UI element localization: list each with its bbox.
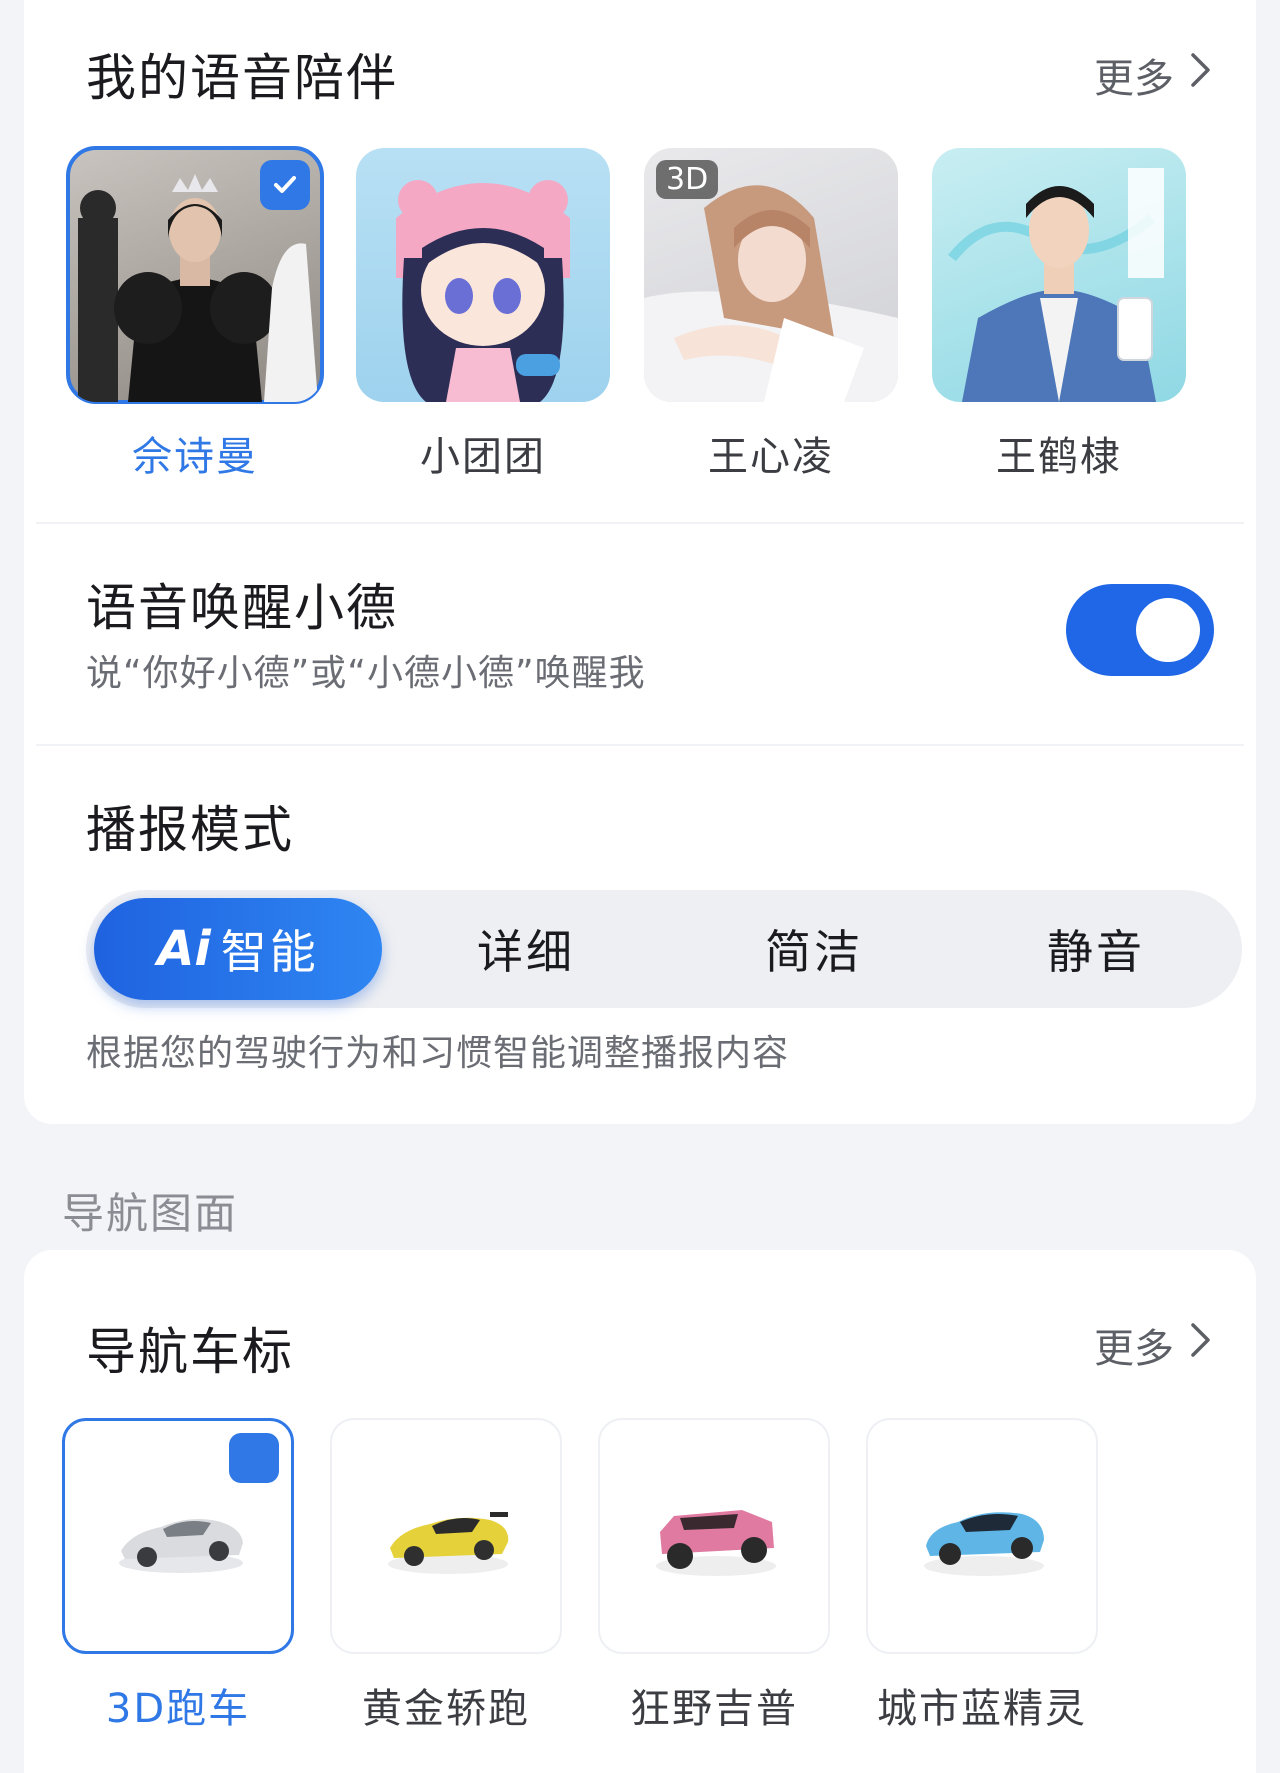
broadcast-option-concise[interactable]: 简洁 [670, 898, 958, 1000]
avatar [932, 148, 1186, 402]
avatar [66, 146, 324, 404]
car-name: 城市蓝精灵 [877, 1686, 1087, 1732]
option-label: 静音 [1047, 925, 1145, 979]
avatar [356, 148, 610, 402]
broadcast-mode-selector: Ai 智能 详细 简洁 静音 [86, 890, 1242, 1008]
wake-title: 语音唤醒小德 [86, 579, 398, 637]
toggle-knob [1136, 598, 1200, 662]
car-tile [62, 1418, 378, 1654]
nav-icon-card: 导航车标 更多 3D跑车 黄金轿跑 狂野吉普 城市蓝精灵 [24, 1250, 1256, 1773]
divider [36, 744, 1244, 746]
car-item-3[interactable]: 狂野吉普 [598, 1418, 830, 1734]
gold-coupe-icon [388, 1512, 509, 1574]
avatar: 3D [644, 148, 898, 402]
wake-subtitle: 说“你好小德”或“小德小德”唤醒我 [86, 653, 646, 694]
divider [36, 522, 1244, 524]
car-name: 狂野吉普 [630, 1686, 798, 1732]
car-item-4[interactable]: 城市蓝精灵 [866, 1418, 1098, 1734]
ai-icon: Ai [157, 921, 211, 977]
car-name: 3D跑车 [105, 1686, 251, 1732]
nav-icon-title: 导航车标 [86, 1323, 294, 1381]
more-label: 更多 [1094, 1326, 1174, 1372]
broadcast-description: 根据您的驾驶行为和习惯智能调整播报内容 [86, 1033, 790, 1074]
companion-name: 王鹤棣 [996, 434, 1122, 480]
option-label: 简洁 [765, 925, 863, 979]
voice-settings-card: 我的语音陪伴 更多 佘诗曼 小团团 3D 王心凌 王鹤棣 语音唤醒小德 说“你好… [24, 0, 1256, 1124]
more-label: 更多 [1094, 56, 1174, 102]
broadcast-option-detailed[interactable]: 详细 [382, 898, 670, 1000]
option-label: 详细 [477, 925, 575, 979]
selected-check-icon [229, 1433, 378, 1574]
chevron-right-icon [1188, 1320, 1214, 1370]
companion-item-1[interactable]: 佘诗曼 [66, 146, 324, 482]
badge-3d: 3D [656, 160, 719, 199]
wake-toggle[interactable] [1066, 584, 1214, 676]
blue-suv-icon [924, 1512, 1044, 1576]
option-label: 智能 [220, 925, 319, 979]
chevron-right-icon [1188, 50, 1214, 100]
car-tile [330, 1418, 562, 1654]
nav-section-label: 导航图面 [62, 1189, 239, 1238]
car-item-2[interactable]: 黄金轿跑 [330, 1418, 562, 1734]
car-tile [598, 1418, 830, 1654]
companion-more-link[interactable]: 更多 [1094, 46, 1214, 104]
broadcast-option-mute[interactable]: 静音 [952, 898, 1240, 1000]
car-name: 黄金轿跑 [362, 1686, 530, 1732]
sports-car-icon [119, 1519, 243, 1573]
companion-title: 我的语音陪伴 [86, 49, 398, 107]
broadcast-title: 播报模式 [86, 801, 294, 859]
companion-name: 小团团 [420, 434, 546, 480]
broadcast-option-smart[interactable]: Ai 智能 [94, 898, 382, 1000]
car-tile [866, 1418, 1098, 1654]
companion-item-2[interactable]: 小团团 [356, 148, 610, 482]
companion-item-3[interactable]: 3D 王心凌 [644, 148, 898, 482]
companion-name: 王心凌 [708, 434, 834, 480]
selected-check-icon [260, 160, 310, 210]
car-item-1[interactable]: 3D跑车 [62, 1418, 378, 1734]
nav-icon-more-link[interactable]: 更多 [1094, 1316, 1214, 1374]
companion-item-4[interactable]: 王鹤棣 [932, 148, 1186, 482]
companion-name: 佘诗曼 [132, 434, 258, 480]
jeep-icon [656, 1510, 776, 1576]
